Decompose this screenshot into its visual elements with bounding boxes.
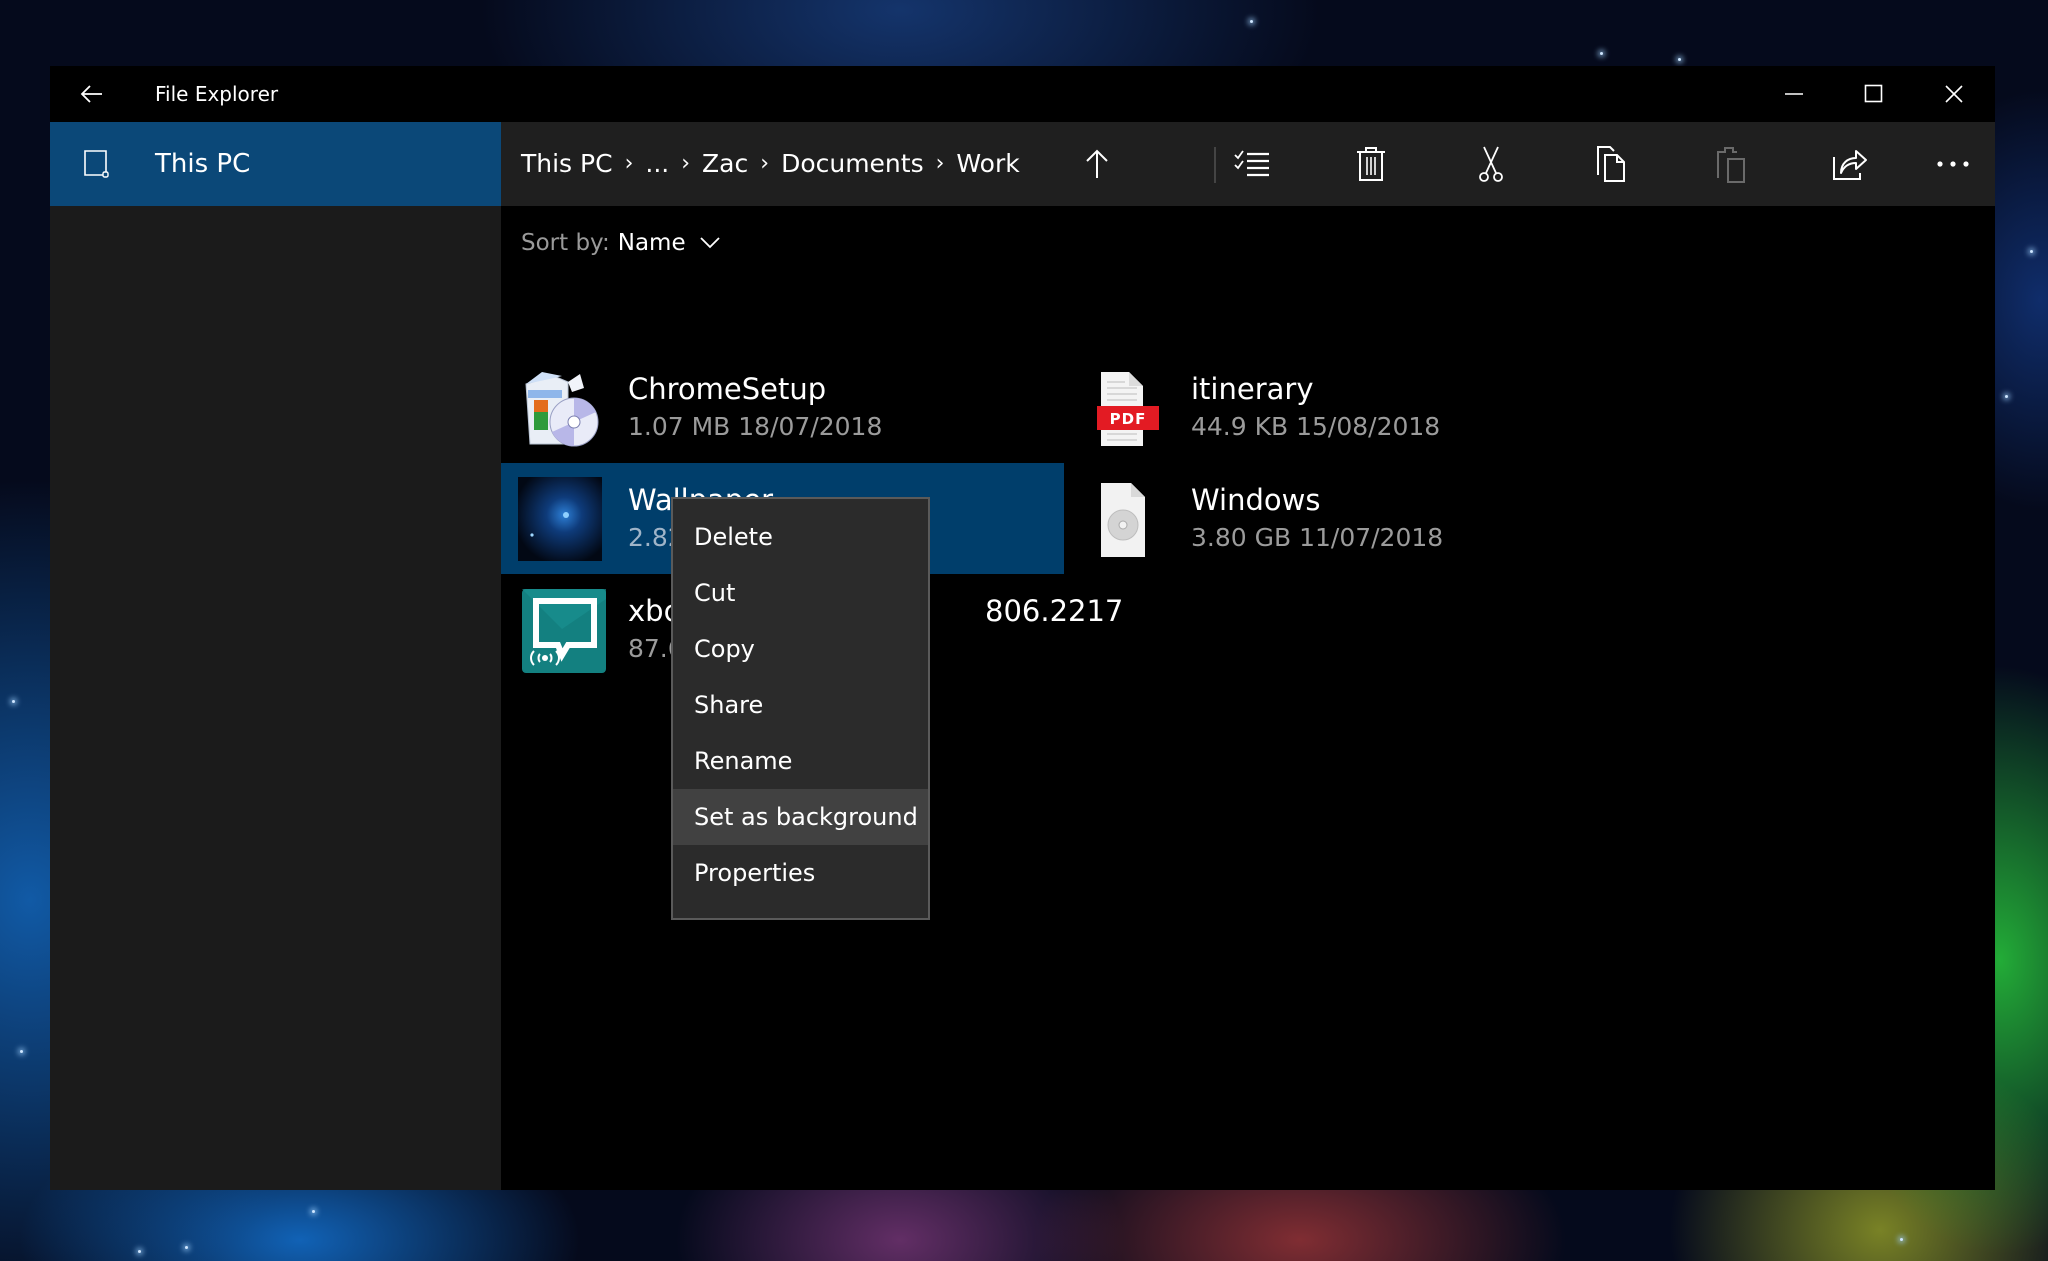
toolbar-divider [1214, 147, 1216, 183]
image-thumbnail [518, 477, 602, 561]
menu-item-properties[interactable]: Properties [673, 845, 928, 901]
title-bar: File Explorer [50, 66, 1995, 122]
breadcrumb-separator: › [935, 151, 945, 176]
context-menu: Delete Cut Copy Share Rename Set as back… [671, 497, 930, 920]
close-button[interactable] [1914, 66, 1994, 122]
back-arrow-icon [80, 85, 102, 103]
file-name-right: 806.2217 [985, 594, 1124, 628]
breadcrumb-separator: › [624, 151, 634, 176]
minimize-icon [1785, 93, 1803, 95]
star [12, 700, 15, 703]
device-icon [84, 150, 109, 178]
maximize-button[interactable] [1834, 66, 1914, 122]
breadcrumb-ellipsis[interactable]: ... [645, 122, 669, 206]
star [1600, 52, 1603, 55]
file-meta: 44.9 KB 15/08/2018 [1191, 412, 1441, 441]
svg-text:PDF: PDF [1110, 410, 1147, 428]
star [312, 1210, 315, 1213]
file-item-chromesetup[interactable]: ChromeSetup 1.07 MB 18/07/2018 [501, 352, 1064, 463]
breadcrumb-work[interactable]: Work [956, 122, 1019, 206]
checklist-icon [1234, 150, 1269, 177]
file-item-windows[interactable]: Windows 3.80 GB 11/07/2018 [1064, 463, 1627, 574]
sort-label: Sort by: [521, 230, 610, 256]
share-button[interactable] [1822, 136, 1878, 192]
minimize-button[interactable] [1754, 66, 1834, 122]
paste-icon [1717, 147, 1745, 183]
star [2005, 395, 2008, 398]
file-name: itinerary [1191, 372, 1314, 406]
breadcrumb-separator: › [760, 151, 770, 176]
paste-button[interactable] [1703, 136, 1759, 192]
file-meta: 3.80 GB 11/07/2018 [1191, 523, 1444, 552]
delete-button[interactable] [1343, 136, 1399, 192]
chevron-down-icon [699, 237, 720, 249]
sidebar-item-this-pc[interactable]: This PC [50, 122, 501, 206]
xbox-app-icon [522, 589, 606, 673]
installer-icon [525, 372, 599, 447]
copy-icon [1597, 146, 1625, 182]
breadcrumb: This PC › ... › Zac › Documents › Work [521, 122, 1020, 206]
breadcrumb-zac[interactable]: Zac [702, 122, 748, 206]
more-button[interactable] [1925, 136, 1981, 192]
star [138, 1250, 141, 1253]
menu-item-cut[interactable]: Cut [673, 565, 928, 621]
sort-dropdown[interactable]: Sort by: Name [521, 230, 720, 256]
sort-value: Name [617, 230, 686, 256]
up-arrow-icon [1086, 149, 1108, 178]
menu-item-set-as-background[interactable]: Set as background [673, 789, 928, 845]
menu-item-rename[interactable]: Rename [673, 733, 928, 789]
star [1900, 1238, 1903, 1241]
breadcrumb-documents[interactable]: Documents [781, 122, 924, 206]
star [1250, 20, 1253, 23]
file-explorer-window: File Explorer This PC This PC › ... › Za… [50, 66, 1995, 1190]
breadcrumb-separator: › [681, 151, 691, 176]
star [2030, 250, 2033, 253]
star [20, 1050, 23, 1053]
file-meta: 1.07 MB 18/07/2018 [628, 412, 883, 441]
star [1678, 58, 1681, 61]
menu-item-copy[interactable]: Copy [673, 621, 928, 677]
file-name: ChromeSetup [628, 372, 827, 406]
share-icon [1833, 150, 1867, 180]
disc-image-icon [1101, 483, 1145, 557]
breadcrumb-this-pc[interactable]: This PC [521, 122, 613, 206]
file-item-itinerary[interactable]: PDF itinerary 44.9 KB 15/08/2018 [1064, 352, 1627, 463]
menu-item-share[interactable]: Share [673, 677, 928, 733]
scissors-icon [1479, 146, 1503, 182]
cut-button[interactable] [1463, 136, 1519, 192]
sidebar: This PC [50, 122, 501, 1190]
menu-item-delete[interactable]: Delete [673, 509, 928, 565]
star [185, 1246, 188, 1249]
select-button[interactable] [1224, 136, 1280, 192]
back-button[interactable] [72, 74, 112, 114]
more-icon [1937, 161, 1969, 167]
maximize-icon [1864, 84, 1883, 103]
copy-button[interactable] [1583, 136, 1639, 192]
app-title: File Explorer [155, 82, 279, 106]
file-name: Windows [1191, 483, 1321, 517]
pdf-icon: PDF [1097, 372, 1159, 446]
up-button[interactable] [1069, 136, 1125, 192]
sidebar-item-label: This PC [155, 149, 251, 179]
trash-icon [1357, 147, 1385, 181]
toolbar: This PC › ... › Zac › Documents › Work [501, 122, 1995, 206]
close-icon [1945, 85, 1963, 103]
